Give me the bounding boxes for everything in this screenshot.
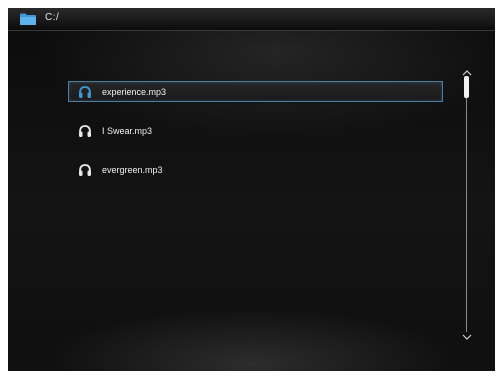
file-name: experience.mp3 — [102, 86, 167, 97]
file-item-evergreen[interactable]: evergreen.mp3 — [68, 159, 443, 180]
folder-icon — [20, 13, 36, 25]
file-list: experience.mp3 I Swear.mp3 evergreen.mp3 — [68, 81, 443, 198]
scroll-thumb[interactable] — [464, 76, 469, 98]
scroll-track[interactable] — [466, 76, 467, 332]
headphone-icon — [79, 163, 91, 176]
headphone-icon — [79, 124, 91, 137]
scrollbar[interactable] — [462, 70, 472, 342]
scroll-down-icon[interactable] — [462, 334, 472, 340]
path-bar: C:/ — [8, 8, 495, 31]
headphone-icon — [79, 85, 91, 98]
file-name: I Swear.mp3 — [102, 125, 153, 136]
file-name: evergreen.mp3 — [102, 164, 163, 175]
current-path: C:/ — [45, 12, 60, 23]
media-browser-screen: C:/ experience.mp3 I Swear.mp3 evergreen… — [8, 8, 495, 371]
file-item-experience[interactable]: experience.mp3 — [68, 81, 443, 102]
file-item-i-swear[interactable]: I Swear.mp3 — [68, 120, 443, 141]
